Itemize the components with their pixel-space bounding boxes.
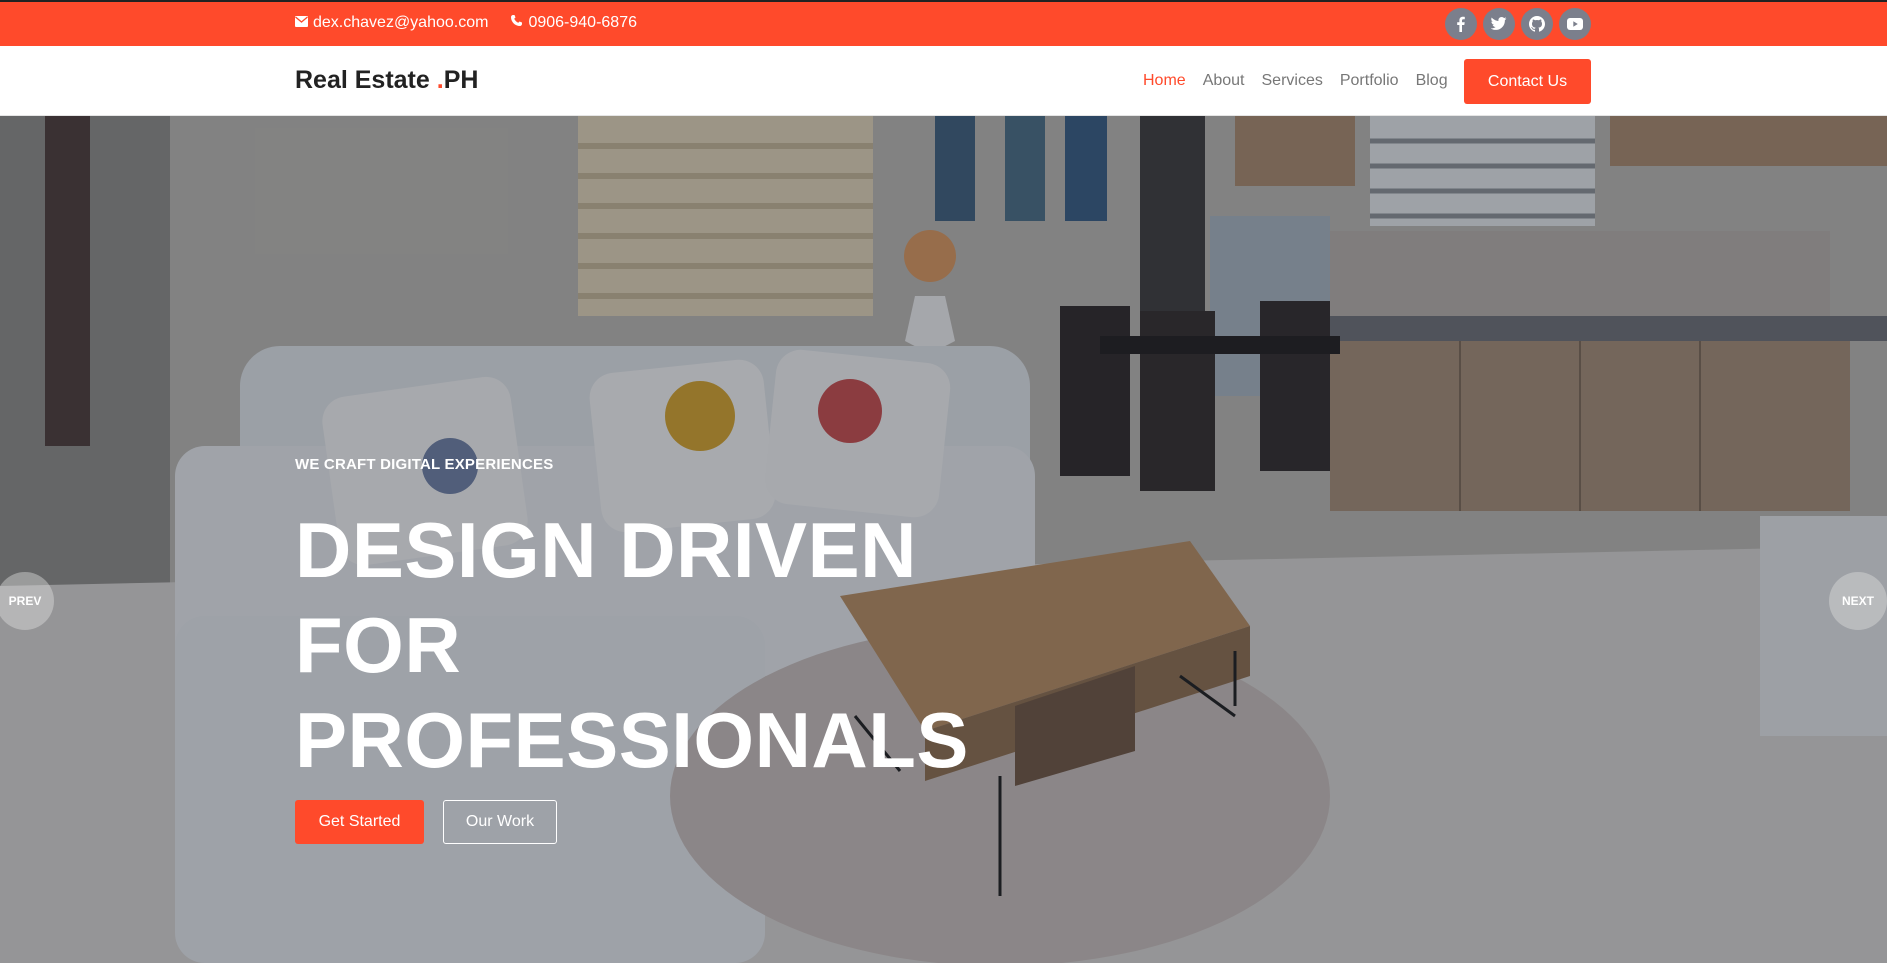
contact-info: dex.chavez@yahoo.com 0906-940-6876 — [295, 14, 637, 32]
nav-item-blog[interactable]: Blog — [1416, 72, 1448, 90]
hero-cta-row: Get Started Our Work — [295, 800, 1055, 844]
get-started-button[interactable]: Get Started — [295, 800, 424, 844]
site-logo[interactable]: Real Estate .PH — [295, 66, 478, 95]
top-bar: dex.chavez@yahoo.com 0906-940-6876 — [0, 0, 1887, 46]
nav-item-portfolio[interactable]: Portfolio — [1340, 72, 1399, 90]
our-work-button[interactable]: Our Work — [443, 800, 557, 844]
nav-item-home[interactable]: Home — [1143, 72, 1186, 90]
email-text[interactable]: dex.chavez@yahoo.com — [313, 14, 488, 32]
facebook-icon[interactable] — [1445, 8, 1477, 40]
hero-headline-line-2: PROFESSIONALS — [295, 696, 969, 784]
hero-content: WE CRAFT DIGITAL EXPERIENCES DESIGN DRIV… — [295, 456, 1055, 844]
main-nav: Home About Services Portfolio Blog — [1143, 72, 1448, 90]
hero-eyebrow: WE CRAFT DIGITAL EXPERIENCES — [295, 456, 554, 473]
nav-item-about[interactable]: About — [1203, 72, 1245, 90]
logo-suffix: PH — [443, 66, 479, 94]
social-links — [1445, 8, 1591, 40]
logo-dot: . — [436, 66, 444, 94]
site-header: Real Estate .PH Home About Services Port… — [0, 46, 1887, 116]
carousel-next-button[interactable]: NEXT — [1829, 572, 1887, 630]
envelope-icon — [295, 14, 308, 32]
hero-headline-line-1: DESIGN DRIVEN FOR — [295, 506, 917, 689]
phone-icon — [510, 14, 523, 32]
nav-item-services[interactable]: Services — [1262, 72, 1323, 90]
github-icon[interactable] — [1521, 8, 1553, 40]
youtube-icon[interactable] — [1559, 8, 1591, 40]
phone-text[interactable]: 0906-940-6876 — [528, 14, 637, 32]
email-contact[interactable]: dex.chavez@yahoo.com — [295, 14, 488, 32]
hero-headline: DESIGN DRIVEN FOR PROFESSIONALS — [295, 503, 1055, 788]
twitter-icon[interactable] — [1483, 8, 1515, 40]
logo-main-text: Real Estate — [295, 66, 437, 94]
phone-contact[interactable]: 0906-940-6876 — [510, 14, 637, 32]
contact-us-button[interactable]: Contact Us — [1464, 59, 1591, 104]
hero-carousel: WE CRAFT DIGITAL EXPERIENCES DESIGN DRIV… — [0, 116, 1887, 963]
